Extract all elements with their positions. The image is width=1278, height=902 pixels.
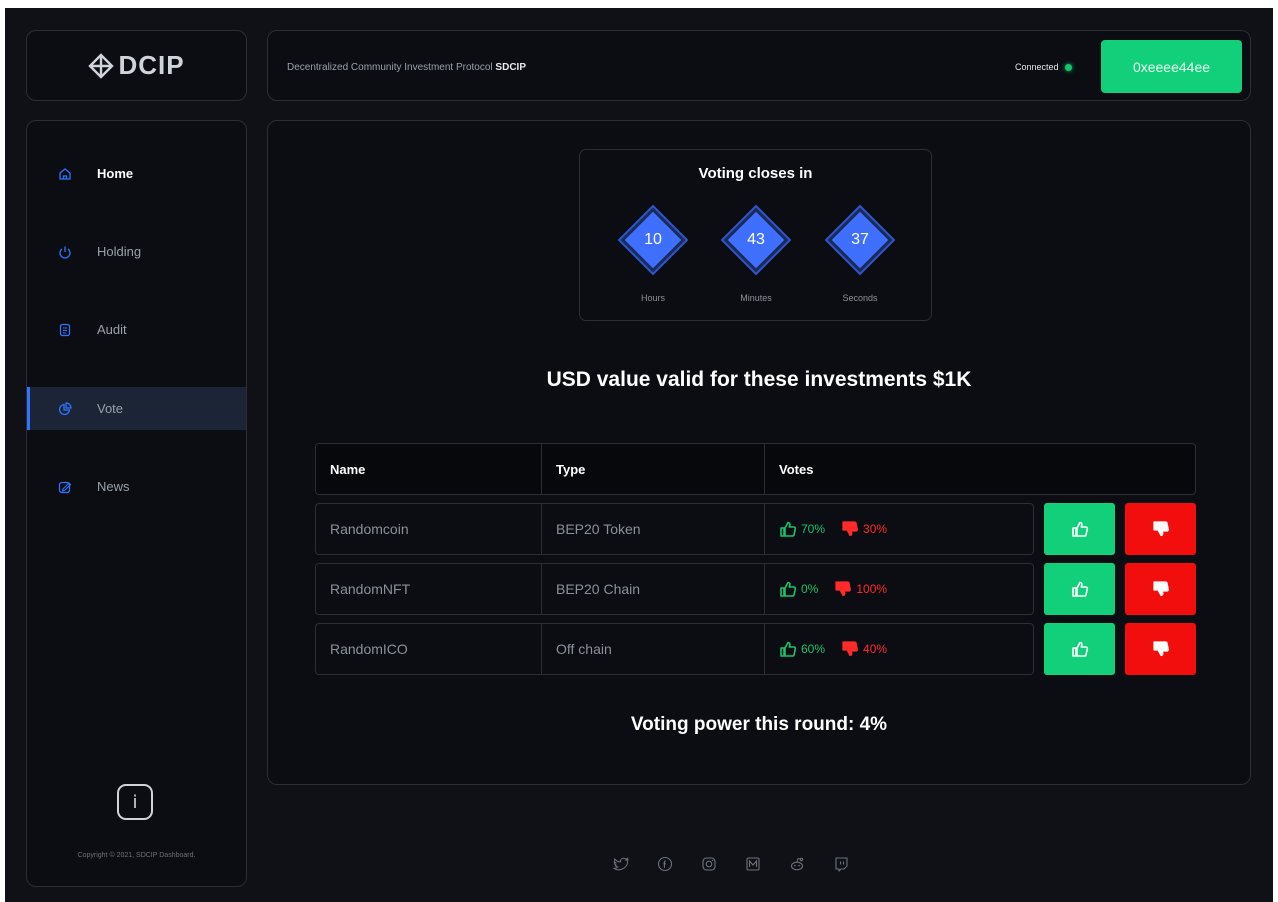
table-row: RandomNFT BEP20 Chain 0% 100% [315,563,1034,615]
thumbs-up-icon [780,641,797,657]
votes-down-percent: 30% [863,522,888,536]
twitch-icon[interactable] [833,856,849,872]
thumbs-down-icon [1152,641,1169,657]
sidebar-item-label: Vote [97,401,124,416]
thumbs-down-icon [842,521,858,537]
votes-down: 100% [834,580,887,598]
timer-unit-label: Hours [640,293,665,303]
timer-title: Voting closes in [698,165,813,182]
votes-up: 60% [779,640,825,658]
sidebar-item-holding[interactable]: Holding [27,230,246,273]
dcip-logo-icon [88,52,115,79]
medium-icon[interactable] [745,856,761,872]
thumbs-up-icon [1071,641,1088,657]
vote-down-button[interactable] [1125,503,1196,555]
row-type: Off chain [541,624,764,674]
sidebar-item-label: News [97,479,130,494]
sidebar-item-label: Home [97,166,134,181]
status-dot-icon [1064,63,1072,71]
reddit-icon[interactable] [789,856,805,872]
table-row: Randomcoin BEP20 Token 70% 30% [315,503,1034,555]
logo[interactable]: DCIP [88,50,184,81]
protocol-name: SDCIP [495,62,526,73]
sidebar-item-label: Holding [97,244,142,259]
thumbs-down-icon [835,581,852,597]
timer-unit-label: Minutes [740,293,772,303]
connection-status: Connected [1015,62,1072,72]
info-glyph: i [132,791,138,813]
table-header: Name Type Votes [315,443,1196,495]
timer-hours: 10 Hours [617,204,689,315]
votes-up-percent: 60% [801,642,826,656]
sidebar-item-vote[interactable]: Vote [27,387,246,430]
timer-value: 10 [644,231,662,248]
sidebar: Home Holding Audit Vote News i Copyright… [26,120,247,887]
main-panel: Voting closes in 10 Hours 43 Minutes 37 … [267,120,1251,785]
sidebar-item-label: Audit [97,322,127,337]
protocol-title: Decentralized Community Investment Proto… [287,62,526,73]
vote-up-button[interactable] [1044,623,1115,675]
app-frame: DCIP Decentralized Community Investment … [5,8,1273,902]
power-icon [58,245,72,259]
vote-up-button[interactable] [1044,503,1115,555]
sidebar-item-home[interactable]: Home [27,152,246,195]
timer-seconds: 37 Seconds [824,204,896,315]
pie-chart-icon [58,401,72,416]
thumbs-up-icon [780,581,797,597]
social-links [613,856,849,872]
connection-label: Connected [1015,62,1059,72]
votes-up: 70% [779,520,825,538]
column-header-type: Type [541,444,764,494]
info-icon[interactable]: i [117,784,153,820]
sidebar-item-news[interactable]: News [27,465,246,508]
table-row: RandomICO Off chain 60% 40% [315,623,1034,675]
thumbs-up-icon [1071,521,1088,537]
votes-up-percent: 0% [801,582,819,596]
thumbs-up-icon [780,521,797,537]
logo-card: DCIP [26,30,247,101]
wallet-address-button[interactable]: 0xeeee44ee [1101,40,1242,93]
row-votes: 70% 30% [764,504,1034,554]
row-votes: 0% 100% [764,564,1034,614]
votes-down-percent: 100% [856,582,888,596]
vote-down-button[interactable] [1125,563,1196,615]
document-icon [58,323,72,337]
thumbs-down-icon [1152,521,1169,537]
votes-up: 0% [779,580,818,598]
protocol-prefix: Decentralized Community Investment Proto… [287,62,496,73]
twitter-icon[interactable] [613,856,629,872]
row-votes: 60% 40% [764,624,1034,674]
thumbs-down-icon [842,641,858,657]
votes-down: 30% [841,520,887,538]
instagram-icon[interactable] [701,856,717,872]
row-type: BEP20 Token [541,504,764,554]
countdown-timer: Voting closes in 10 Hours 43 Minutes 37 … [579,149,932,321]
row-name: RandomICO [330,641,408,657]
row-name: Randomcoin [330,521,409,537]
votes-up-percent: 70% [801,522,826,536]
facebook-icon[interactable] [657,856,673,872]
row-type: BEP20 Chain [541,564,764,614]
top-bar: Decentralized Community Investment Proto… [267,30,1251,101]
home-icon [58,167,72,181]
column-header-votes: Votes [764,444,1034,494]
votes-down: 40% [841,640,887,658]
vote-down-button[interactable] [1125,623,1196,675]
voting-power-text: Voting power this round: 4% [630,714,888,735]
timer-value: 37 [851,231,869,248]
usd-value-heading: USD value valid for these investments $1… [546,368,972,391]
timer-minutes: 43 Minutes [720,204,792,315]
edit-icon [58,480,72,494]
votes-down-percent: 40% [863,642,888,656]
logo-text: DCIP [118,50,185,80]
timer-value: 43 [747,231,765,248]
sidebar-item-audit[interactable]: Audit [27,308,246,351]
thumbs-up-icon [1071,581,1088,597]
vote-up-button[interactable] [1044,563,1115,615]
thumbs-down-icon [1152,581,1169,597]
row-name: RandomNFT [330,581,411,597]
column-header-name: Name [330,461,366,477]
timer-unit-label: Seconds [842,293,878,303]
copyright-text: Copyright © 2021, SDCIP Dashboard. [77,852,196,859]
